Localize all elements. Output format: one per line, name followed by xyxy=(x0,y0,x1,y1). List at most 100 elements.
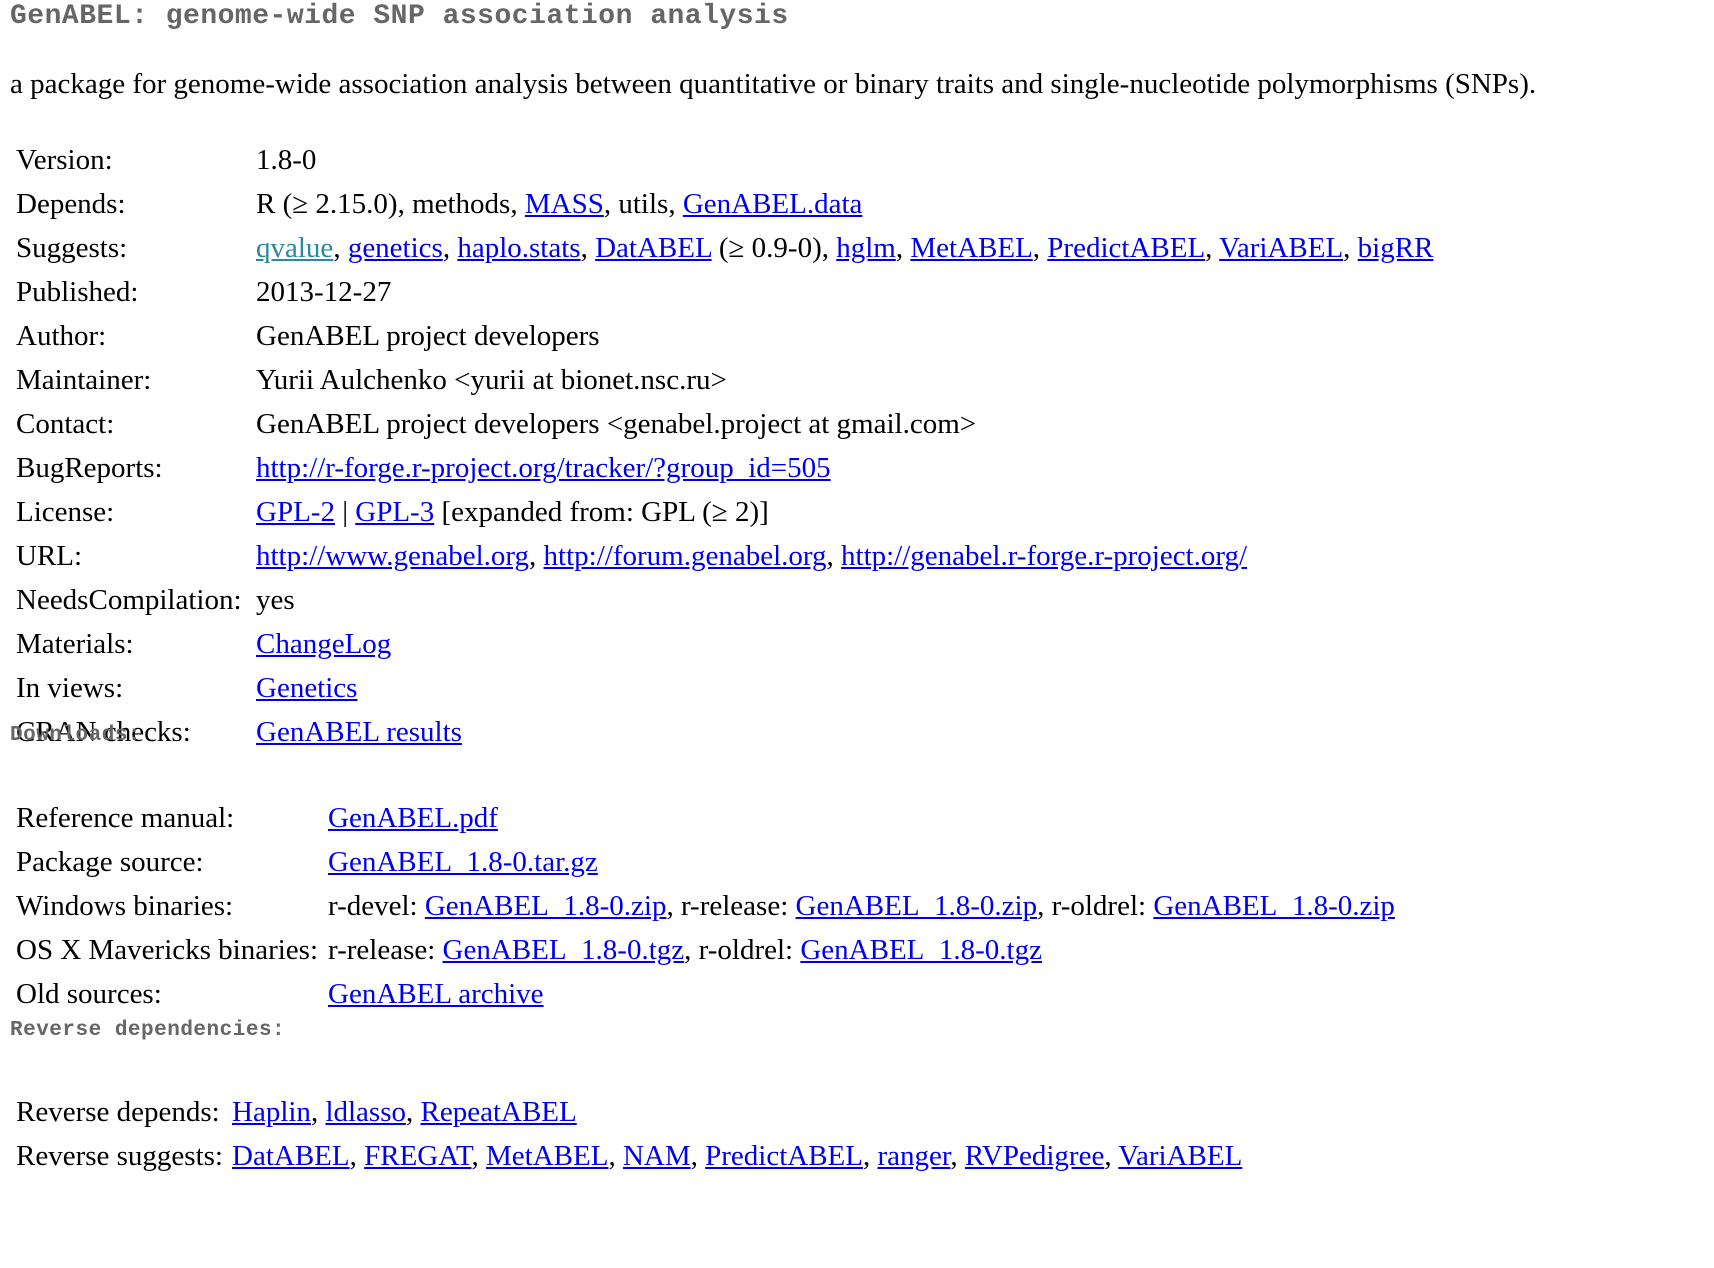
reverse-suggests-link[interactable]: NAM xyxy=(623,1140,691,1172)
depends-label: Depends: xyxy=(16,188,126,220)
download-row-windows: Windows binaries: r-devel: GenABEL_1.8-0… xyxy=(10,884,1401,928)
suggests-label: Suggests: xyxy=(16,232,128,264)
suggests-link-hglm[interactable]: hglm xyxy=(836,232,896,264)
reverse-suggests-link[interactable]: FREGAT xyxy=(364,1140,471,1172)
inviews-link-genetics[interactable]: Genetics xyxy=(256,672,357,704)
windows-devel-label: r-devel: xyxy=(328,890,425,922)
separator: , xyxy=(580,232,596,264)
suggests-link-qvalue[interactable]: qvalue xyxy=(256,232,333,264)
url-label: URL: xyxy=(16,540,83,572)
published-value: 2013-12-27 xyxy=(256,276,392,308)
suggests-link-variabel[interactable]: VariABEL xyxy=(1219,232,1343,264)
separator: , xyxy=(442,232,458,264)
license-expanded-text: [expanded from: GPL (≥ 2)] xyxy=(434,496,769,528)
windows-value: r-devel: GenABEL_1.8-0.zip, r-release: G… xyxy=(322,884,1401,928)
depends-link-genabel-data[interactable]: GenABEL.data xyxy=(683,188,863,220)
info-row-needscompilation: NeedsCompilation: yes xyxy=(10,578,1439,622)
reverse-suggests-value: DatABEL, FREGAT, MetABEL, NAM, PredictAB… xyxy=(226,1134,1248,1178)
separator: , xyxy=(529,540,544,572)
package-description: a package for genome-wide association an… xyxy=(10,68,1537,100)
suggests-value: qvalue, genetics, haplo.stats, DatABEL (… xyxy=(250,226,1439,270)
reverse-suggests-link[interactable]: MetABEL xyxy=(486,1140,608,1172)
separator: , xyxy=(1205,232,1220,264)
url-link-rforge[interactable]: http://genabel.r-forge.r-project.org/ xyxy=(841,540,1247,572)
reverse-depends-link[interactable]: Haplin xyxy=(232,1096,311,1128)
source-value: GenABEL_1.8-0.tar.gz xyxy=(322,840,1401,884)
url-link-genabel-org[interactable]: http://www.genabel.org xyxy=(256,540,529,572)
separator: , xyxy=(333,232,348,264)
license-link-gpl2[interactable]: GPL-2 xyxy=(256,496,335,528)
separator: , xyxy=(310,1096,326,1128)
author-value: GenABEL project developers xyxy=(256,320,600,352)
old-sources-link-archive[interactable]: GenABEL archive xyxy=(328,978,544,1010)
suggests-link-bigrr[interactable]: bigRR xyxy=(1358,232,1434,264)
info-row-license: License: GPL-2 | GPL-3 [expanded from: G… xyxy=(10,490,1439,534)
separator: , xyxy=(349,1140,365,1172)
info-row-bugreports: BugReports: http://r-forge.r-project.org… xyxy=(10,446,1439,490)
suggests-link-haplo-stats[interactable]: haplo.stats xyxy=(457,232,580,264)
reverse-depends-link[interactable]: ldlasso xyxy=(325,1096,406,1128)
inviews-label: In views: xyxy=(16,672,124,704)
url-link-forum[interactable]: http://forum.genabel.org xyxy=(544,540,827,572)
source-link-targz[interactable]: GenABEL_1.8-0.tar.gz xyxy=(328,846,598,878)
separator: , xyxy=(690,1140,706,1172)
maintainer-label: Maintainer: xyxy=(16,364,152,396)
bugreports-label: BugReports: xyxy=(16,452,163,484)
package-page: GenABEL: genome-wide SNP association ana… xyxy=(10,0,1710,1172)
page-title: GenABEL: genome-wide SNP association ana… xyxy=(10,1,789,32)
info-row-author: Author: GenABEL project developers xyxy=(10,314,1439,358)
separator: , xyxy=(950,1140,965,1172)
osx-link-release[interactable]: GenABEL_1.8-0.tgz xyxy=(443,934,685,966)
revdep-row-depends: Reverse depends: Haplin, ldlasso, Repeat… xyxy=(10,1090,1248,1134)
databel-version-text: (≥ 0.9-0), xyxy=(711,232,837,264)
windows-link-release[interactable]: GenABEL_1.8-0.zip xyxy=(796,890,1038,922)
info-row-materials: Materials: ChangeLog xyxy=(10,622,1439,666)
separator: , xyxy=(1343,232,1358,264)
suggests-link-metabel[interactable]: MetABEL xyxy=(910,232,1032,264)
reverse-depends-value: Haplin, ldlasso, RepeatABEL xyxy=(226,1090,1248,1134)
suggests-link-predictabel[interactable]: PredictABEL xyxy=(1047,232,1205,264)
reverse-suggests-link[interactable]: PredictABEL xyxy=(705,1140,863,1172)
info-row-contact: Contact: GenABEL project developers <gen… xyxy=(10,402,1439,446)
info-row-suggests: Suggests: qvalue, genetics, haplo.stats,… xyxy=(10,226,1439,270)
windows-link-oldrel[interactable]: GenABEL_1.8-0.zip xyxy=(1153,890,1395,922)
reverse-suggests-link[interactable]: RVPedigree xyxy=(965,1140,1104,1172)
reverse-suggests-label: Reverse suggests: xyxy=(16,1140,223,1172)
package-info-table: Version: 1.8-0 Depends: R (≥ 2.15.0), me… xyxy=(10,138,1439,754)
license-separator: | xyxy=(334,496,356,528)
download-row-source: Package source: GenABEL_1.8-0.tar.gz xyxy=(10,840,1401,884)
bugreports-value: http://r-forge.r-project.org/tracker/?gr… xyxy=(250,446,1439,490)
cranchecks-link-results[interactable]: GenABEL results xyxy=(256,716,462,748)
bugreports-link[interactable]: http://r-forge.r-project.org/tracker/?gr… xyxy=(256,452,831,484)
suggests-link-databel[interactable]: DatABEL xyxy=(595,232,712,264)
depends-link-mass[interactable]: MASS xyxy=(525,188,604,220)
separator: , xyxy=(608,1140,623,1172)
windows-label: Windows binaries: xyxy=(16,890,234,922)
suggests-link-genetics[interactable]: genetics xyxy=(348,232,443,264)
license-link-gpl3[interactable]: GPL-3 xyxy=(355,496,434,528)
needscompilation-value: yes xyxy=(256,584,295,616)
info-row-url: URL: http://www.genabel.org, http://foru… xyxy=(10,534,1439,578)
osx-release-label: r-release: xyxy=(328,934,443,966)
version-value: 1.8-0 xyxy=(256,144,317,176)
downloads-heading: Downloads: xyxy=(10,724,142,747)
downloads-table: Reference manual: GenABEL.pdf Package so… xyxy=(10,796,1401,1016)
materials-link-changelog[interactable]: ChangeLog xyxy=(256,628,391,660)
info-row-cranchecks: CRAN checks: GenABEL results xyxy=(10,710,1439,754)
cranchecks-value: GenABEL results xyxy=(250,710,1439,754)
separator: , xyxy=(471,1140,487,1172)
reverse-suggests-link[interactable]: VariABEL xyxy=(1118,1140,1242,1172)
reverse-suggests-link[interactable]: DatABEL xyxy=(232,1140,350,1172)
reverse-suggests-link[interactable]: ranger xyxy=(877,1140,950,1172)
refman-link-pdf[interactable]: GenABEL.pdf xyxy=(328,802,498,834)
osx-link-oldrel[interactable]: GenABEL_1.8-0.tgz xyxy=(800,934,1042,966)
depends-r-text: R (≥ 2.15.0), methods, xyxy=(256,188,525,220)
windows-link-devel[interactable]: GenABEL_1.8-0.zip xyxy=(425,890,667,922)
url-value: http://www.genabel.org, http://forum.gen… xyxy=(250,534,1439,578)
reverse-depends-link[interactable]: RepeatABEL xyxy=(421,1096,577,1128)
info-row-inviews: In views: Genetics xyxy=(10,666,1439,710)
maintainer-value: Yurii Aulchenko <yurii at bionet.nsc.ru> xyxy=(256,364,727,396)
needscompilation-label: NeedsCompilation: xyxy=(16,584,242,616)
published-label: Published: xyxy=(16,276,139,308)
materials-value: ChangeLog xyxy=(250,622,1439,666)
